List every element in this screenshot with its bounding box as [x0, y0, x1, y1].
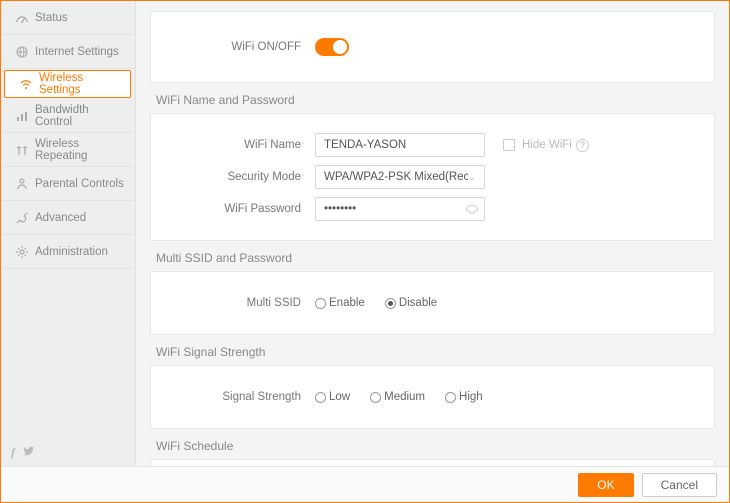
hide-wifi-checkbox[interactable] [503, 139, 515, 151]
option-label: Medium [384, 391, 425, 403]
facebook-icon[interactable]: f [11, 445, 15, 460]
sidebar-item-label: Parental Controls [35, 178, 124, 190]
multi-ssid-disable[interactable]: Disable [385, 297, 437, 309]
panel-signal: Signal Strength Low Medium High [150, 365, 715, 429]
footer: OK Cancel [1, 466, 729, 502]
wifi-name-input[interactable] [315, 133, 485, 157]
radio-icon [315, 298, 326, 309]
antenna-icon [15, 143, 29, 157]
main-content: WiFi ON/OFF WiFi Name and Password WiFi … [136, 1, 729, 466]
wifi-password-label: WiFi Password [165, 203, 315, 215]
sidebar-item-advanced[interactable]: Advanced [1, 201, 135, 235]
eye-icon[interactable] [465, 204, 479, 214]
hide-wifi-group[interactable]: Hide WiFi ? [503, 139, 589, 152]
sidebar-item-administration[interactable]: Administration [1, 235, 135, 269]
option-label: Enable [329, 297, 365, 309]
signal-medium[interactable]: Medium [370, 391, 425, 403]
radio-icon [370, 392, 381, 403]
section-title-schedule: WiFi Schedule [156, 439, 715, 453]
sidebar-footer: f [1, 439, 135, 466]
panel-multi-ssid: Multi SSID Enable Disable [150, 271, 715, 335]
sidebar: Status Internet Settings Wireless Settin… [1, 1, 136, 466]
app-window: Status Internet Settings Wireless Settin… [0, 0, 730, 503]
globe-icon [15, 45, 29, 59]
gauge-icon [15, 11, 29, 25]
option-label: Low [329, 391, 350, 403]
hide-wifi-label: Hide WiFi [522, 139, 572, 151]
sidebar-item-internet-settings[interactable]: Internet Settings [1, 35, 135, 69]
section-title-signal: WiFi Signal Strength [156, 345, 715, 359]
radio-icon [385, 298, 396, 309]
signal-strength-label: Signal Strength [165, 391, 315, 403]
section-title-name-pw: WiFi Name and Password [156, 93, 715, 107]
security-mode-value: WPA/WPA2-PSK Mixed(Recommen [324, 171, 468, 183]
panel-name-pw: WiFi Name Hide WiFi ? Security Mode [150, 113, 715, 241]
radio-icon [315, 392, 326, 403]
wifi-password-input[interactable] [315, 197, 485, 221]
ok-button[interactable]: OK [578, 473, 633, 497]
wifi-onoff-toggle[interactable] [315, 38, 349, 56]
security-mode-label: Security Mode [165, 171, 315, 183]
sidebar-item-label: Internet Settings [35, 46, 119, 58]
cancel-button[interactable]: Cancel [642, 473, 717, 497]
sidebar-item-label: Advanced [35, 212, 86, 224]
section-title-multi-ssid: Multi SSID and Password [156, 251, 715, 265]
wifi-icon [19, 77, 33, 91]
help-icon[interactable]: ? [576, 139, 589, 152]
radio-icon [445, 392, 456, 403]
signal-high[interactable]: High [445, 391, 483, 403]
twitter-icon[interactable] [23, 445, 35, 460]
wifi-name-label: WiFi Name [165, 139, 315, 151]
sidebar-item-bandwidth-control[interactable]: Bandwidth Control [1, 99, 135, 133]
chevron-down-icon: ⌄ [468, 172, 476, 183]
person-icon [15, 177, 29, 191]
wifi-onoff-label: WiFi ON/OFF [165, 41, 315, 53]
sidebar-items: Status Internet Settings Wireless Settin… [1, 1, 135, 439]
wrench-icon [15, 211, 29, 225]
panel-wifi-onoff: WiFi ON/OFF [150, 11, 715, 83]
multi-ssid-label: Multi SSID [165, 297, 315, 309]
gear-icon [15, 245, 29, 259]
sidebar-item-wireless-settings[interactable]: Wireless Settings [4, 70, 131, 98]
sidebar-item-label: Wireless Settings [39, 72, 120, 96]
bars-icon [15, 109, 29, 123]
sidebar-item-wireless-repeating[interactable]: Wireless Repeating [1, 133, 135, 167]
option-label: High [459, 391, 483, 403]
multi-ssid-enable[interactable]: Enable [315, 297, 365, 309]
security-mode-select[interactable]: WPA/WPA2-PSK Mixed(Recommen ⌄ [315, 165, 485, 189]
sidebar-item-status[interactable]: Status [1, 1, 135, 35]
option-label: Disable [399, 297, 437, 309]
sidebar-item-label: Bandwidth Control [35, 104, 125, 128]
sidebar-item-label: Status [35, 12, 68, 24]
sidebar-item-label: Administration [35, 246, 108, 258]
body: Status Internet Settings Wireless Settin… [1, 1, 729, 466]
sidebar-item-parental-controls[interactable]: Parental Controls [1, 167, 135, 201]
panel-schedule: WiFi Schedule Enable Disable [150, 459, 715, 466]
signal-low[interactable]: Low [315, 391, 350, 403]
sidebar-item-label: Wireless Repeating [35, 138, 125, 162]
